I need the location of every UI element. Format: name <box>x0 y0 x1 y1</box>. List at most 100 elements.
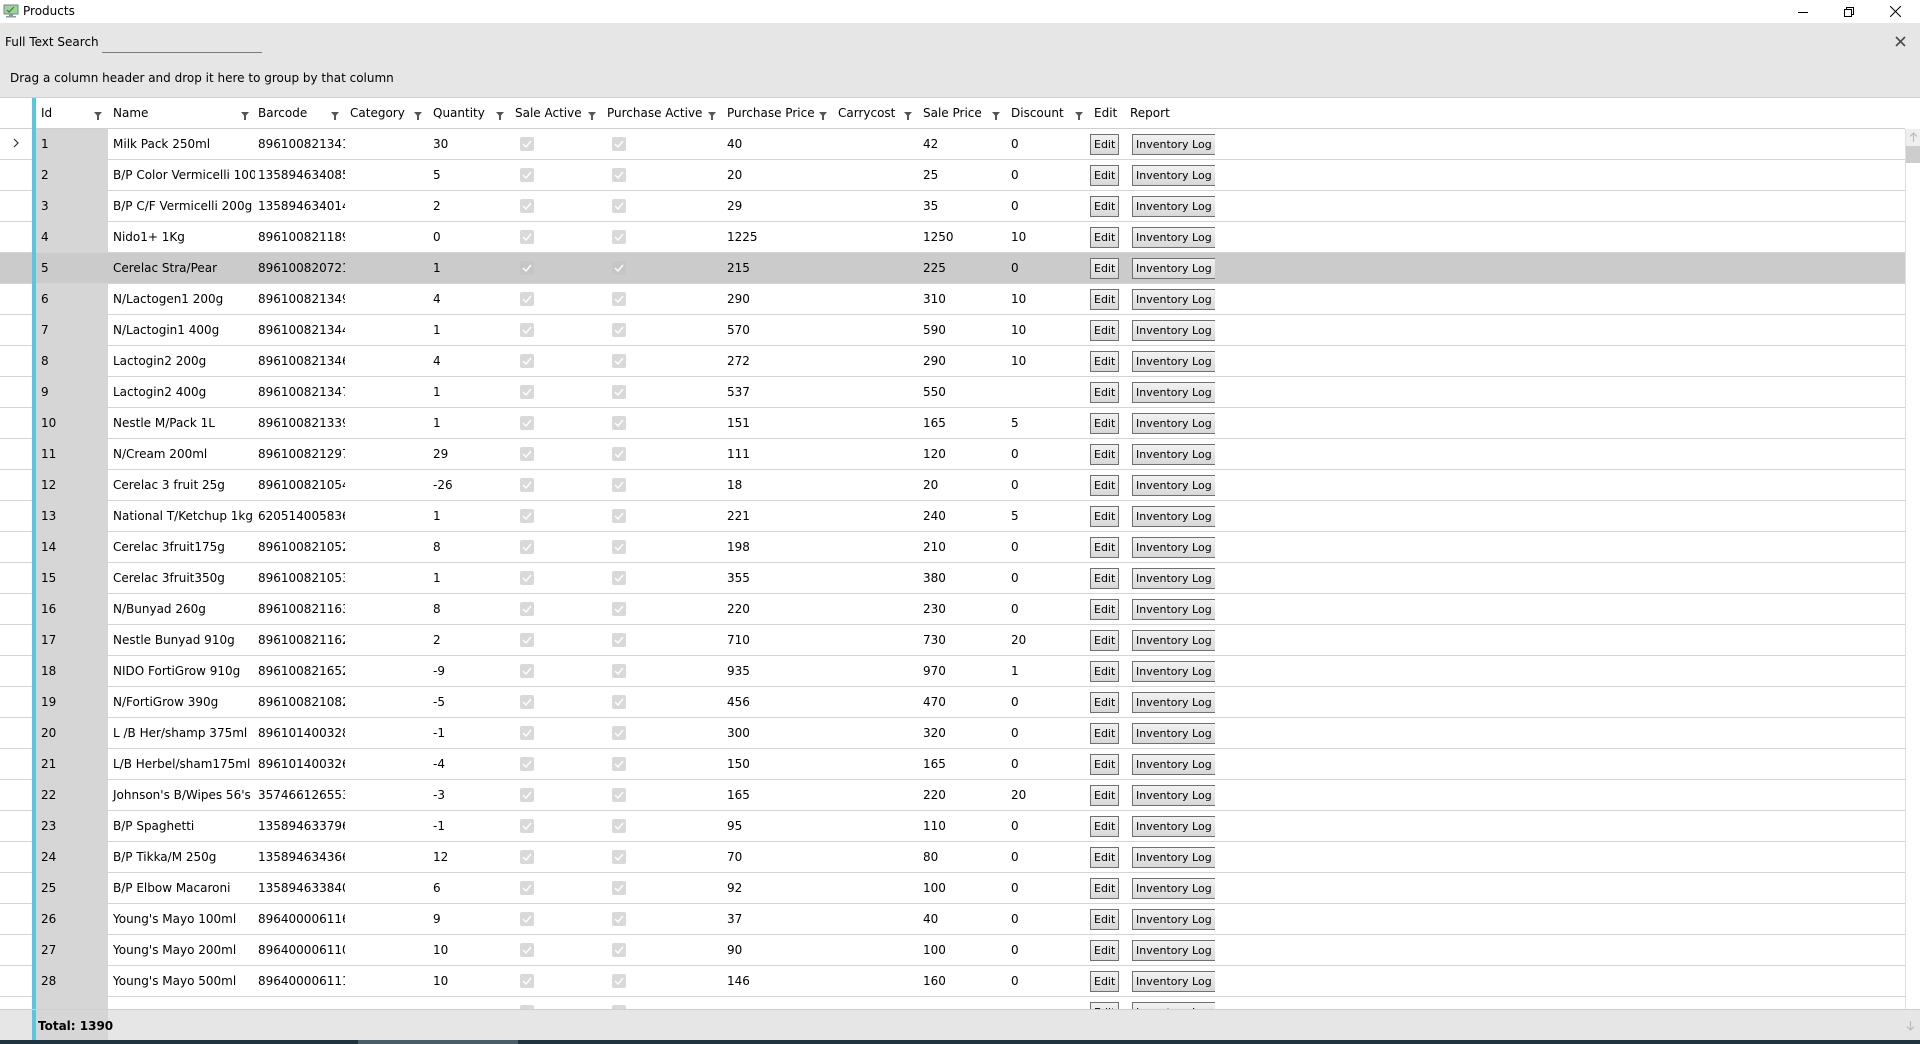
cell-purchase-price[interactable]: 95 <box>722 811 833 841</box>
cell-id[interactable]: 26 <box>36 904 108 934</box>
cell-sale-price[interactable]: 80 <box>918 842 1006 872</box>
edit-button[interactable]: Edit <box>1090 474 1120 496</box>
cell-purchase-price[interactable]: 290 <box>722 284 833 314</box>
inventory-log-button[interactable]: Inventory Log <box>1132 381 1215 403</box>
cell-name[interactable]: L /B Her/shamp 375ml <box>108 718 255 748</box>
table-row[interactable]: 24B/P Tikka/M 250g1358946343668 12 70 800Ed… <box>0 842 1905 873</box>
cell-barcode[interactable]: 8961008213446 <box>253 315 345 345</box>
cell-barcode[interactable]: 8961008213477 <box>253 377 345 407</box>
inventory-log-button[interactable]: Inventory Log <box>1132 443 1215 465</box>
cell-carrycost[interactable] <box>833 532 918 562</box>
cell-barcode[interactable]: 8961008213491 <box>253 284 345 314</box>
cell-discount[interactable]: 0 <box>1006 439 1089 469</box>
cell-quantity[interactable]: 6 <box>428 873 510 903</box>
scroll-down-button[interactable] <box>1903 1018 1918 1035</box>
cell-name[interactable] <box>108 997 255 1009</box>
sale-active-checkbox[interactable] <box>520 447 534 461</box>
cell-id[interactable]: 10 <box>36 408 108 438</box>
cell-name[interactable]: N/Bunyad 260g <box>108 594 255 624</box>
row-indicator[interactable] <box>0 284 32 314</box>
edit-button[interactable]: Edit <box>1090 567 1120 589</box>
column-header-sale-active[interactable]: Sale Active <box>510 98 602 128</box>
row-indicator[interactable] <box>0 501 32 531</box>
sale-active-checkbox[interactable] <box>520 540 534 554</box>
column-header-purchase-active[interactable]: Purchase Active <box>602 98 722 128</box>
inventory-log-button[interactable]: Inventory Log <box>1132 133 1215 155</box>
inventory-log-button[interactable]: Inventory Log <box>1132 1001 1215 1009</box>
cell-id[interactable]: 17 <box>36 625 108 655</box>
cell-barcode[interactable]: 3574661265537 <box>253 780 345 810</box>
sale-active-checkbox[interactable] <box>520 137 534 151</box>
sale-active-checkbox[interactable] <box>520 199 534 213</box>
cell-barcode[interactable]: 1358946340858 <box>253 160 345 190</box>
cell-discount[interactable] <box>1006 997 1089 1009</box>
cell-sale-price[interactable]: 25 <box>918 160 1006 190</box>
minimize-button[interactable] <box>1780 0 1826 23</box>
cell-quantity[interactable]: 30 <box>428 129 510 159</box>
edit-button[interactable]: Edit <box>1090 350 1120 372</box>
cell-purchase-price[interactable]: 1225 <box>722 222 833 252</box>
sale-active-checkbox[interactable] <box>520 168 534 182</box>
edit-button[interactable]: Edit <box>1090 443 1120 465</box>
cell-name[interactable]: Cerelac Stra/Pear <box>108 253 255 283</box>
cell-purchase-price[interactable]: 151 <box>722 408 833 438</box>
cell-barcode[interactable]: 8961008212975 <box>253 439 345 469</box>
purchase-active-checkbox[interactable] <box>612 478 626 492</box>
cell-barcode[interactable]: 1358946343668 <box>253 842 345 872</box>
edit-button[interactable]: Edit <box>1090 722 1120 744</box>
row-indicator[interactable] <box>0 811 32 841</box>
cell-category[interactable] <box>345 966 428 996</box>
column-header-name[interactable]: Name <box>108 98 255 128</box>
purchase-active-checkbox[interactable] <box>612 726 626 740</box>
sale-active-checkbox[interactable] <box>520 354 534 368</box>
cell-name[interactable]: B/P Elbow Macaroni <box>108 873 255 903</box>
cell-carrycost[interactable] <box>833 935 918 965</box>
cell-discount[interactable]: 0 <box>1006 594 1089 624</box>
cell-carrycost[interactable] <box>833 253 918 283</box>
cell-barcode[interactable] <box>253 997 345 1009</box>
cell-barcode[interactable]: 8964000061107 <box>253 935 345 965</box>
column-header-sale-price[interactable]: Sale Price <box>918 98 1006 128</box>
edit-button[interactable]: Edit <box>1090 753 1120 775</box>
inventory-log-button[interactable]: Inventory Log <box>1132 753 1215 775</box>
inventory-log-button[interactable]: Inventory Log <box>1132 598 1215 620</box>
inventory-log-button[interactable]: Inventory Log <box>1132 505 1215 527</box>
sale-active-checkbox[interactable] <box>520 602 534 616</box>
table-row[interactable]: Edit Inventory Log <box>0 997 1905 1009</box>
cell-id[interactable]: 22 <box>36 780 108 810</box>
table-row[interactable]: 5Cerelac Stra/Pear8961008207216 1 215 2250E… <box>0 253 1905 284</box>
row-indicator[interactable] <box>0 408 32 438</box>
table-row[interactable]: 17Nestle Bunyad 910g8961008211626 2 710 730… <box>0 625 1905 656</box>
cell-name[interactable]: Nido1+ 1Kg <box>108 222 255 252</box>
cell-discount[interactable]: 0 <box>1006 842 1089 872</box>
cell-carrycost[interactable] <box>833 346 918 376</box>
cell-quantity[interactable]: 1 <box>428 408 510 438</box>
cell-discount[interactable]: 0 <box>1006 191 1089 221</box>
filter-funnel-icon[interactable] <box>588 109 596 120</box>
purchase-active-checkbox[interactable] <box>612 354 626 368</box>
cell-category[interactable] <box>345 687 428 717</box>
cell-category[interactable] <box>345 129 428 159</box>
inventory-log-button[interactable]: Inventory Log <box>1132 722 1215 744</box>
inventory-log-button[interactable]: Inventory Log <box>1132 288 1215 310</box>
cell-discount[interactable]: 10 <box>1006 346 1089 376</box>
cell-discount[interactable]: 0 <box>1006 470 1089 500</box>
cell-name[interactable]: N/Lactogin1 400g <box>108 315 255 345</box>
cell-quantity[interactable]: 2 <box>428 191 510 221</box>
cell-sale-price[interactable]: 225 <box>918 253 1006 283</box>
cell-category[interactable] <box>345 718 428 748</box>
sale-active-checkbox[interactable] <box>520 726 534 740</box>
cell-barcode[interactable]: 8961008216522 <box>253 656 345 686</box>
cell-quantity[interactable]: 1 <box>428 501 510 531</box>
cell-purchase-price[interactable]: 220 <box>722 594 833 624</box>
sale-active-checkbox[interactable] <box>520 292 534 306</box>
cell-purchase-price[interactable]: 146 <box>722 966 833 996</box>
purchase-active-checkbox[interactable] <box>612 292 626 306</box>
cell-quantity[interactable]: 2 <box>428 625 510 655</box>
cell-carrycost[interactable] <box>833 222 918 252</box>
cell-quantity[interactable]: -1 <box>428 811 510 841</box>
sale-active-checkbox[interactable] <box>520 974 534 988</box>
cell-discount[interactable]: 0 <box>1006 160 1089 190</box>
row-indicator[interactable] <box>0 439 32 469</box>
cell-barcode[interactable]: 8961008213460 <box>253 346 345 376</box>
